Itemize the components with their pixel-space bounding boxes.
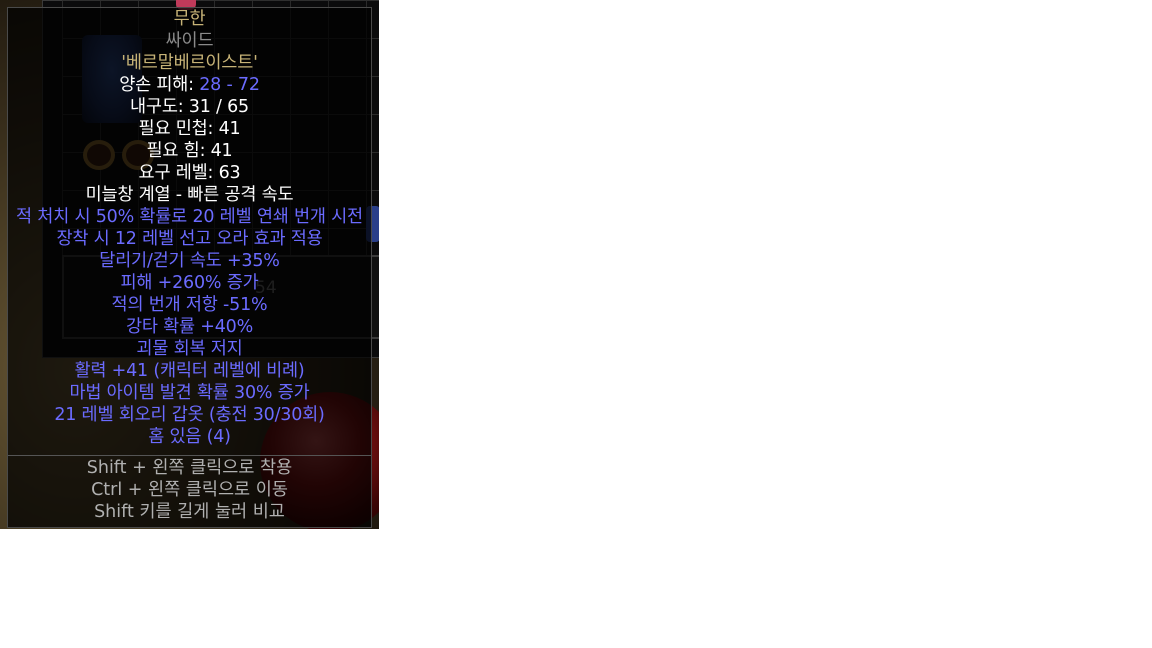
game-viewport: 54 무한 싸이드 '베르말베르이스트' 양손 피해: 28 - 72 내구도:… xyxy=(0,0,379,529)
control-hints: Shift + 왼쪽 클릭으로 착용 Ctrl + 왼쪽 클릭으로 이동 Shi… xyxy=(8,457,371,523)
mod-line: 마법 아이템 발견 확률 30% 증가 xyxy=(69,383,310,403)
damage-value: 28 - 72 xyxy=(199,75,260,95)
mod-line: 강타 확률 +40% xyxy=(125,317,254,337)
mod-line: 괴물 회복 저지 xyxy=(136,339,243,359)
hint-move: Ctrl + 왼쪽 클릭으로 이동 xyxy=(91,480,288,500)
hint-compare: Shift 키를 길게 눌러 비교 xyxy=(94,502,285,522)
mod-line: 달리기/걷기 속도 +35% xyxy=(99,251,280,271)
weapon-class-speed: 미늘창 계열 - 빠른 공격 속도 xyxy=(85,185,294,205)
required-level: 요구 레벨: 63 xyxy=(138,163,241,183)
hint-equip: Shift + 왼쪽 클릭으로 착용 xyxy=(86,458,293,478)
item-base-type: 싸이드 xyxy=(165,31,214,51)
mod-line: 적 처치 시 50% 확률로 20 레벨 연쇄 번개 시전 xyxy=(16,207,363,227)
tooltip-divider xyxy=(8,455,371,456)
runeword-runes: '베르말베르이스트' xyxy=(121,53,258,73)
required-strength: 필요 힘: 41 xyxy=(146,141,233,161)
mod-line: 장착 시 12 레벨 선고 오라 효과 적용 xyxy=(56,229,323,249)
item-name: 무한 xyxy=(173,9,206,29)
socket-line: 홈 있음 (4) xyxy=(148,427,231,447)
required-dexterity: 필요 민첩: 41 xyxy=(138,119,241,139)
durability-line: 내구도: 31 / 65 xyxy=(130,97,249,117)
item-tooltip: 무한 싸이드 '베르말베르이스트' 양손 피해: 28 - 72 내구도: 31… xyxy=(7,7,372,528)
damage-label: 양손 피해: xyxy=(119,75,200,95)
damage-line: 양손 피해: 28 - 72 xyxy=(8,74,371,96)
mod-line: 피해 +260% 증가 xyxy=(120,273,259,293)
mod-line: 21 레벨 회오리 갑옷 (충전 30/30회) xyxy=(54,405,325,425)
mod-line: 활력 +41 (캐릭터 레벨에 비례) xyxy=(74,361,305,381)
mod-line: 적의 번개 저항 -51% xyxy=(111,295,268,315)
